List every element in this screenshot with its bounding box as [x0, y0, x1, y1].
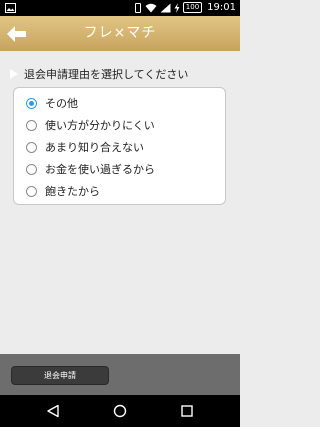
option-got-bored[interactable]: 飽きたから — [26, 184, 100, 198]
reason-options-card: その他 使い方が分かりにくい あまり知り合えない お金を使い過ぎるから 飽きたか… — [13, 87, 226, 205]
back-button[interactable] — [6, 23, 28, 45]
cell-signal-icon — [160, 3, 171, 12]
option-label: その他 — [45, 97, 78, 110]
option-hard-to-use[interactable]: 使い方が分かりにくい — [26, 118, 155, 132]
section-heading: 退会申請理由を選択してください — [10, 66, 188, 82]
footer-bar: 退会申請 — [0, 354, 240, 395]
page-title: フレ×マチ — [83, 25, 157, 41]
status-time: 19:01 — [207, 2, 236, 13]
option-few-matches[interactable]: あまり知り合えない — [26, 140, 144, 154]
notification-image-icon — [5, 3, 16, 13]
bullet-triangle-icon — [10, 69, 18, 79]
back-arrow-icon — [7, 26, 26, 42]
option-label: 飽きたから — [45, 185, 100, 198]
app-header: フレ×マチ — [0, 16, 240, 51]
wifi-icon — [145, 3, 157, 12]
option-other[interactable]: その他 — [26, 96, 78, 110]
withdrawal-request-button[interactable]: 退会申請 — [11, 366, 109, 385]
back-triangle-icon[interactable] — [46, 404, 60, 418]
radio-button[interactable] — [26, 119, 37, 131]
option-label: 使い方が分かりにくい — [45, 119, 155, 132]
battery-level: 100 — [182, 2, 203, 13]
android-nav-bar — [0, 395, 240, 427]
section-heading-text: 退会申請理由を選択してください — [24, 68, 189, 81]
radio-button[interactable] — [26, 97, 37, 109]
vibrate-icon — [132, 2, 142, 13]
option-label: あまり知り合えない — [45, 141, 144, 154]
radio-button[interactable] — [26, 141, 37, 153]
radio-button[interactable] — [26, 163, 37, 175]
charging-bolt-icon — [174, 2, 180, 13]
home-circle-icon[interactable] — [113, 404, 127, 418]
radio-button[interactable] — [26, 185, 37, 197]
recents-square-icon[interactable] — [180, 404, 194, 418]
status-bar: 100 19:01 — [0, 0, 240, 16]
option-label: お金を使い過ぎるから — [45, 163, 155, 176]
option-spent-too-much[interactable]: お金を使い過ぎるから — [26, 162, 155, 176]
